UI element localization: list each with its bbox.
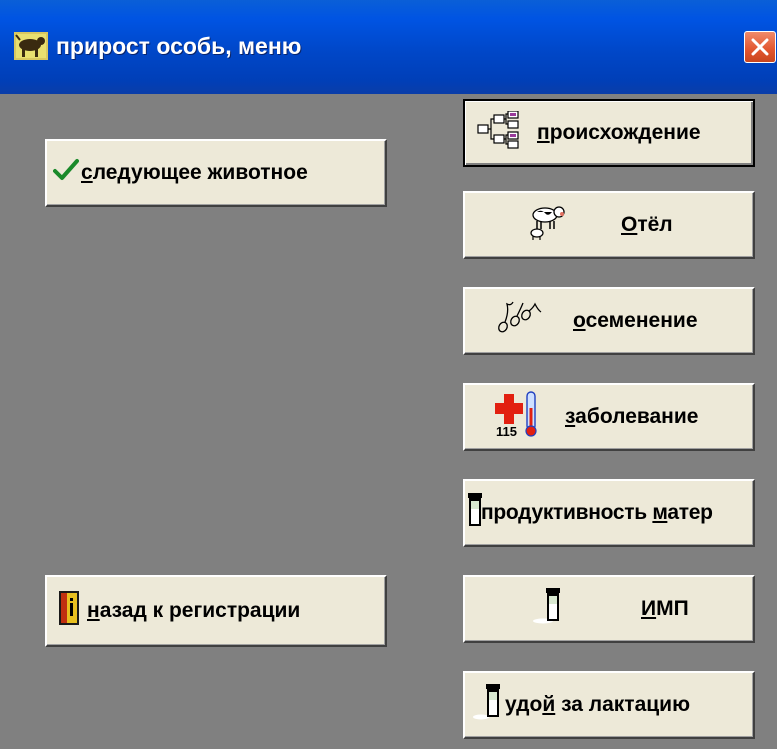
svg-text:115: 115 [496, 424, 517, 438]
imp-button[interactable]: ИМП [463, 575, 755, 643]
sperm-icon [495, 300, 543, 342]
next-animal-label: следующее животное [81, 161, 308, 184]
window-client-area: следующее животное назад к регистрации п… [0, 94, 777, 749]
calving-label: Отёл [621, 213, 673, 236]
info-door-icon [59, 591, 79, 631]
origin-button[interactable]: происхождение [463, 99, 755, 167]
mother-productivity-label: продуктивность матер [481, 501, 713, 524]
origin-label: происхождение [537, 121, 701, 144]
lactation-yield-label: удой за лактацию [505, 693, 691, 716]
window-title: прирост особь, меню [56, 33, 302, 59]
insemination-label: осеменение [573, 309, 698, 332]
medical-thermometer-icon: 115 [495, 390, 541, 444]
next-animal-button[interactable]: следующее животное [45, 139, 387, 207]
close-button[interactable] [744, 31, 776, 63]
mother-productivity-button[interactable]: продуктивность матер [463, 479, 755, 547]
disease-label: заболевание [565, 405, 699, 428]
lactation-yield-button[interactable]: удой за лактацию [463, 671, 755, 739]
checkmark-icon [53, 158, 79, 188]
disease-button[interactable]: 115 заболевание [463, 383, 755, 451]
imp-label: ИМП [641, 597, 689, 620]
milk-bottle-icon [473, 684, 503, 726]
milk-bottle-icon [533, 588, 563, 630]
title-bar[interactable]: прирост особь, меню [0, 0, 777, 94]
cow-calf-icon [527, 203, 567, 247]
calving-button[interactable]: Отёл [463, 191, 755, 259]
back-to-registration-label: назад к регистрации [87, 599, 301, 622]
cow-icon [14, 32, 48, 60]
insemination-button[interactable]: осеменение [463, 287, 755, 355]
back-to-registration-button[interactable]: назад к регистрации [45, 575, 387, 647]
tree-icon [477, 110, 519, 155]
